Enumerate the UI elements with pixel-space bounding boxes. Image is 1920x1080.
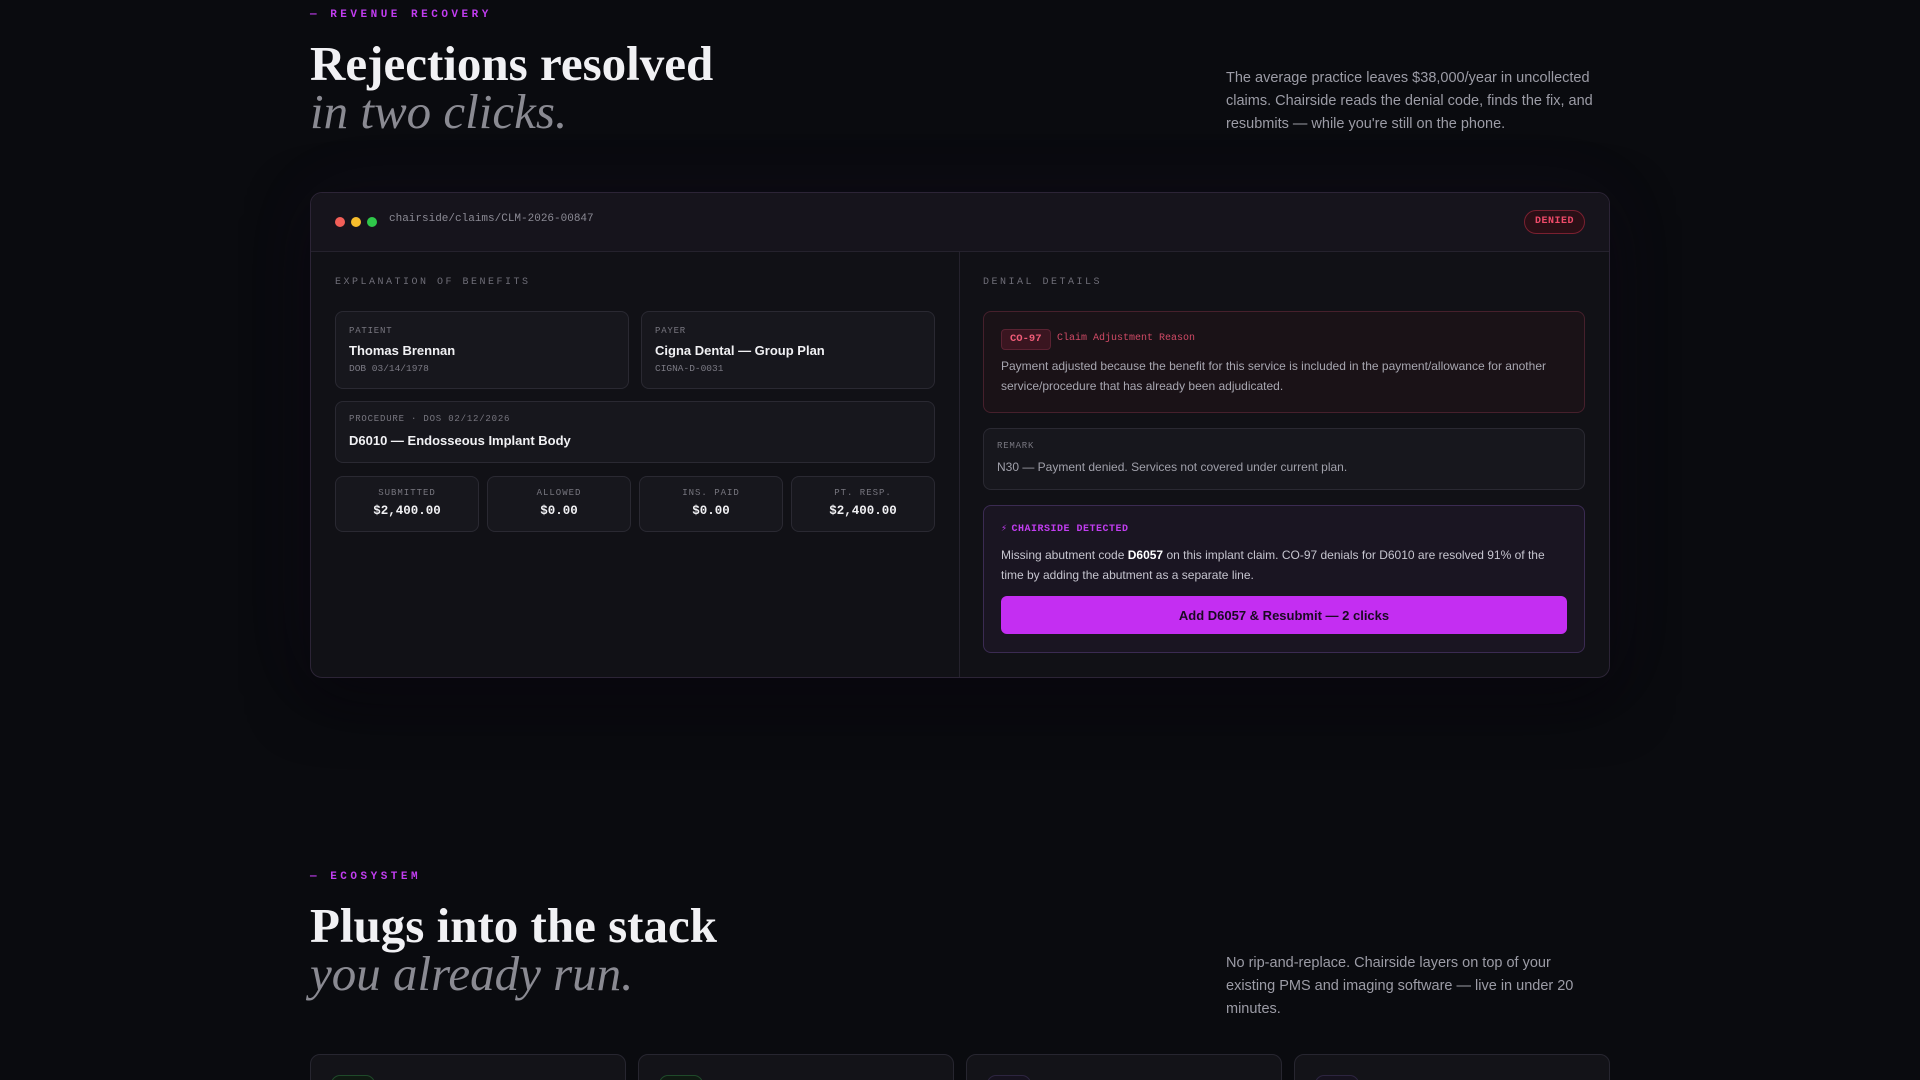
- revenue-lede: The average practice leaves $38,000/year…: [1226, 70, 1593, 132]
- ecosystem-title-sub: you already run.: [310, 946, 634, 1001]
- detected-text-pre: Missing abutment code: [1001, 548, 1128, 562]
- integration-card-4[interactable]: [1294, 1054, 1610, 1080]
- detected-text: Missing abutment code D6057 on this impl…: [1001, 546, 1562, 585]
- revenue-title-sub: in two clicks.: [310, 84, 568, 139]
- integration-logo-2: [659, 1075, 703, 1080]
- stat-pt-resp-key: PT. RESP.: [834, 488, 892, 498]
- stat-submitted: SUBMITTED $2,400.00: [335, 476, 479, 532]
- denial-reason-card: CO-97 Claim Adjustment Reason Payment ad…: [983, 311, 1585, 413]
- stat-submitted-value: $2,400.00: [373, 504, 441, 518]
- stat-submitted-key: SUBMITTED: [378, 488, 436, 498]
- add-and-resubmit-button[interactable]: Add D6057 & Resubmit — 2 clicks: [1001, 596, 1567, 634]
- column-divider: [959, 251, 960, 677]
- procedure-name: D6010 — Endosseous Implant Body: [349, 433, 571, 448]
- detected-header: ⚡ CHAIRSIDE DETECTED: [1001, 523, 1129, 535]
- integration-card-3[interactable]: [966, 1054, 1282, 1080]
- denial-code-description: Claim Adjustment Reason: [1057, 333, 1196, 344]
- claim-window: chairside/claims/CLM-2026-00847 DENIED E…: [310, 192, 1610, 678]
- stat-allowed-value: $0.00: [540, 504, 578, 518]
- denial-reason-text: Payment adjusted because the benefit for…: [1001, 359, 1546, 393]
- procedure-key: PROCEDURE · DOS 02/12/2026: [349, 414, 511, 424]
- patient-dob: DOB 03/14/1978: [349, 363, 429, 374]
- section-eyebrow-ecosystem: — ECOSYSTEM: [310, 871, 422, 883]
- window-close-dot[interactable]: [335, 217, 345, 227]
- chairside-detected-card: ⚡ CHAIRSIDE DETECTED Missing abutment cod…: [983, 505, 1585, 653]
- payer-key: PAYER: [655, 326, 687, 336]
- revenue-title: Rejections resolved: [310, 36, 714, 91]
- section-eyebrow-revenue: — REVENUE RECOVERY: [310, 9, 492, 21]
- stat-pt-resp-value: $2,400.00: [829, 504, 897, 518]
- eob-label: EXPLANATION OF BENEFITS: [335, 277, 531, 288]
- status-badge: DENIED: [1523, 210, 1585, 234]
- ecosystem-lede: No rip-and-replace. Chairside layers on …: [1226, 955, 1574, 1017]
- integration-card-2[interactable]: [638, 1054, 954, 1080]
- integration-logo-1: [331, 1075, 375, 1080]
- stat-ins-paid-value: $0.00: [692, 504, 730, 518]
- stat-ins-paid-key: INS. PAID: [682, 488, 740, 498]
- claim-url: chairside/claims/CLM-2026-00847: [389, 213, 594, 225]
- window-maximize-dot[interactable]: [367, 217, 377, 227]
- patient-card: PATIENT Thomas Brennan DOB 03/14/1978: [335, 311, 629, 389]
- procedure-card: PROCEDURE · DOS 02/12/2026 D6010 — Endos…: [335, 401, 935, 463]
- patient-name: Thomas Brennan: [349, 343, 456, 358]
- window-minimize-dot[interactable]: [351, 217, 361, 227]
- integration-logo-4: [1315, 1075, 1359, 1080]
- payer-id: CIGNA-D-0031: [655, 363, 724, 374]
- remark-text: N30 — Payment denied. Services not cover…: [997, 460, 1348, 474]
- window-titlebar: chairside/claims/CLM-2026-00847 DENIED: [311, 193, 1609, 252]
- stat-allowed-key: ALLOWED: [536, 488, 582, 498]
- page: — REVENUE RECOVERY Rejections resolved i…: [0, 0, 1920, 1080]
- stat-ins-paid: INS. PAID $0.00: [639, 476, 783, 532]
- detected-code: D6057: [1127, 548, 1164, 562]
- remark-card: REMARK N30 — Payment denied. Services no…: [983, 428, 1585, 490]
- ecosystem-headline: Plugs into the stack you already run.: [310, 901, 717, 1001]
- revenue-headline: Rejections resolved in two clicks.: [310, 39, 713, 139]
- ecosystem-title: Plugs into the stack: [310, 898, 718, 953]
- payer-card: PAYER Cigna Dental — Group Plan CIGNA-D-…: [641, 311, 935, 389]
- denial-label: DENIAL DETAILS: [983, 277, 1103, 288]
- stat-pt-resp: PT. RESP. $2,400.00: [791, 476, 935, 532]
- patient-key: PATIENT: [349, 326, 393, 336]
- remark-key: REMARK: [997, 441, 1035, 451]
- integration-card-1[interactable]: [310, 1054, 626, 1080]
- denial-code-chip: CO-97: [1001, 329, 1051, 350]
- stat-allowed: ALLOWED $0.00: [487, 476, 631, 532]
- payer-name: Cigna Dental — Group Plan: [655, 343, 825, 358]
- lightning-icon: ⚡: [1001, 524, 1008, 535]
- integration-logo-3: [987, 1075, 1031, 1080]
- detected-title: CHAIRSIDE DETECTED: [1011, 524, 1129, 535]
